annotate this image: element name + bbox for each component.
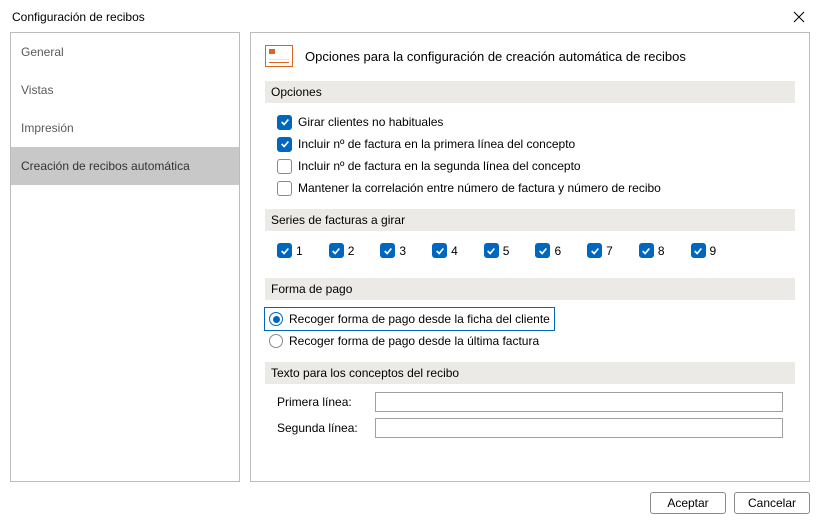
checkbox-girar-clientes[interactable] (277, 115, 292, 130)
serie-3-label: 3 (399, 244, 406, 258)
radio-row-ultima-factura[interactable]: Recoger forma de pago desde la última fa… (265, 330, 543, 352)
sidebar-item-impresion[interactable]: Impresión (11, 109, 239, 147)
accept-button[interactable]: Aceptar (650, 492, 726, 514)
checkbox-mantener-correlacion[interactable] (277, 181, 292, 196)
checkbox-incluir-primera-label: Incluir nº de factura en la primera líne… (298, 135, 575, 153)
section-opciones-header: Opciones (265, 81, 795, 103)
page-title: Opciones para la configuración de creaci… (305, 49, 686, 64)
radio-ultima-factura-label: Recoger forma de pago desde la última fa… (289, 332, 539, 350)
serie-6-label: 6 (554, 244, 561, 258)
serie-8-label: 8 (658, 244, 665, 258)
radio-ficha-cliente[interactable] (269, 312, 283, 326)
checkbox-serie-6[interactable] (535, 243, 550, 258)
section-series-header: Series de facturas a girar (265, 209, 795, 231)
window-title: Configuración de recibos (12, 10, 145, 24)
section-texto-header: Texto para los conceptos del recibo (265, 362, 795, 384)
checkbox-serie-2[interactable] (329, 243, 344, 258)
receipt-icon (265, 45, 293, 67)
checkbox-serie-8[interactable] (639, 243, 654, 258)
main-panel: Opciones para la configuración de creaci… (250, 32, 810, 482)
checkbox-serie-4[interactable] (432, 243, 447, 258)
serie-4-label: 4 (451, 244, 458, 258)
close-icon[interactable] (790, 8, 808, 26)
primera-linea-input[interactable] (375, 392, 783, 412)
primera-linea-label: Primera línea: (277, 395, 367, 409)
serie-1-label: 1 (296, 244, 303, 258)
serie-9-label: 9 (710, 244, 717, 258)
radio-ultima-factura[interactable] (269, 334, 283, 348)
radio-row-ficha-cliente[interactable]: Recoger forma de pago desde la ficha del… (265, 308, 554, 330)
segunda-linea-label: Segunda línea: (277, 421, 367, 435)
checkbox-girar-clientes-label: Girar clientes no habituales (298, 113, 443, 131)
section-forma-pago-header: Forma de pago (265, 278, 795, 300)
checkbox-serie-3[interactable] (380, 243, 395, 258)
checkbox-serie-5[interactable] (484, 243, 499, 258)
checkbox-incluir-primera[interactable] (277, 137, 292, 152)
sidebar-item-vistas[interactable]: Vistas (11, 71, 239, 109)
sidebar: General Vistas Impresión Creación de rec… (10, 32, 240, 482)
sidebar-item-creacion-recibos[interactable]: Creación de recibos automática (11, 147, 239, 185)
cancel-button[interactable]: Cancelar (734, 492, 810, 514)
serie-5-label: 5 (503, 244, 510, 258)
serie-7-label: 7 (606, 244, 613, 258)
checkbox-mantener-correlacion-label: Mantener la correlación entre número de … (298, 179, 661, 197)
checkbox-serie-1[interactable] (277, 243, 292, 258)
checkbox-incluir-segunda-label: Incluir nº de factura en la segunda líne… (298, 157, 581, 175)
checkbox-serie-9[interactable] (691, 243, 706, 258)
checkbox-serie-7[interactable] (587, 243, 602, 258)
serie-2-label: 2 (348, 244, 355, 258)
segunda-linea-input[interactable] (375, 418, 783, 438)
radio-ficha-cliente-label: Recoger forma de pago desde la ficha del… (289, 310, 550, 328)
checkbox-incluir-segunda[interactable] (277, 159, 292, 174)
sidebar-item-general[interactable]: General (11, 33, 239, 71)
